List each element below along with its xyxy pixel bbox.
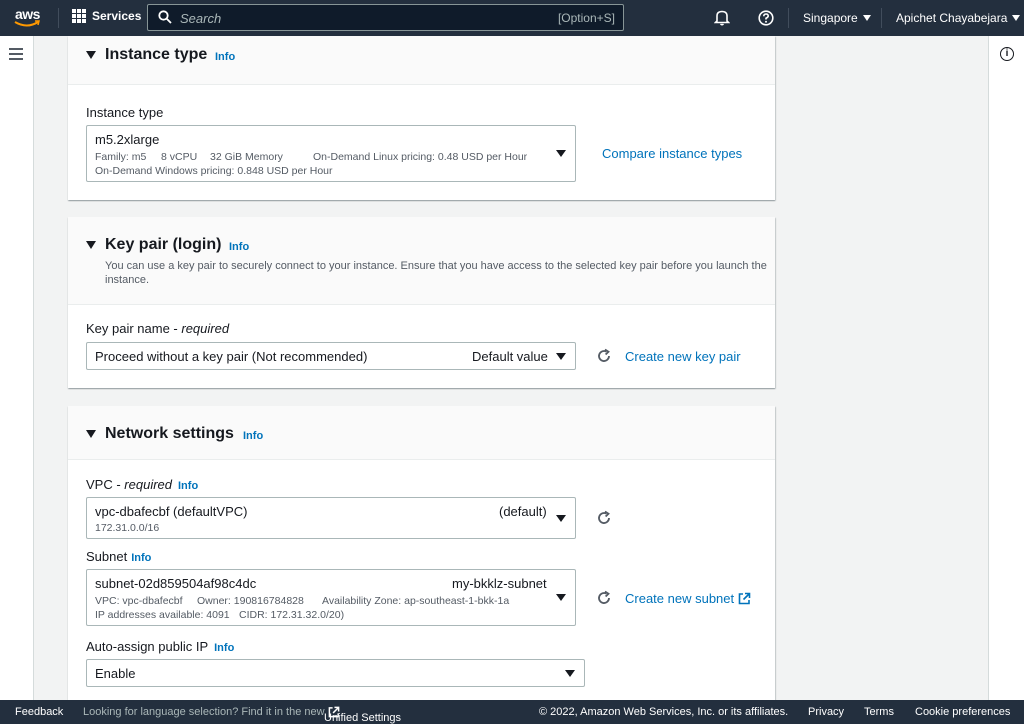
key-pair-description-line1: You can use a key pair to securely conne… <box>105 260 767 272</box>
terms-link[interactable]: Terms <box>864 706 894 718</box>
auto-assign-public-ip-select[interactable]: Enable <box>86 659 585 687</box>
vpc-select[interactable]: vpc-dbafecbf (defaultVPC) (default) 172.… <box>86 497 576 539</box>
external-link-icon <box>738 592 751 605</box>
info-link[interactable]: Info <box>215 51 235 63</box>
info-link[interactable]: Info <box>229 241 249 253</box>
nav-divider <box>881 8 882 28</box>
field-label: Key pair name - required <box>86 321 230 336</box>
subnet-name: my-bkklz-subnet <box>452 576 547 591</box>
instance-type-panel: Instance type Info Instance type m5.2xla… <box>68 36 775 200</box>
network-settings-header[interactable]: Network settings Info <box>68 406 775 460</box>
refresh-icon[interactable] <box>596 590 612 606</box>
nav-divider <box>788 8 789 28</box>
caret-down-icon <box>556 515 566 522</box>
privacy-link[interactable]: Privacy <box>808 706 844 718</box>
subnet-info-link[interactable]: Info <box>131 552 151 564</box>
auto-assign-public-ip-label: Auto-assign public IP Info <box>86 639 235 654</box>
instance-family: Family: m5 <box>95 151 147 163</box>
create-new-key-pair-link[interactable]: Create new key pair <box>625 349 741 364</box>
subnet-cidr: CIDR: 172.31.32.0/20) <box>239 609 345 621</box>
info-icon[interactable]: i <box>1000 47 1014 61</box>
subnet-ip-addresses: IP addresses available: 4091 <box>95 609 230 621</box>
caret-down-icon <box>565 670 575 677</box>
selected-subnet: subnet-02d859504af98c4dc <box>95 576 257 591</box>
subnet-vpc: VPC: vpc-dbafecbf <box>95 595 183 607</box>
key-pair-header[interactable]: Key pair (login) Info You can use a key … <box>68 217 775 305</box>
search-placeholder: Search <box>180 11 222 26</box>
top-navigation: aws Services Search [Option+S] Singapore… <box>0 0 1024 36</box>
network-settings-panel: Network settings Info VPC - required Info… <box>68 406 775 700</box>
caret-down-icon <box>1012 15 1021 21</box>
search-shortcut: [Option+S] <box>557 11 615 25</box>
language-notice: Looking for language selection? Find it … <box>83 706 325 718</box>
create-new-subnet-link[interactable]: Create new subnet <box>625 591 751 606</box>
field-label: Instance type <box>86 105 164 120</box>
key-pair-description-line2: instance. <box>105 274 150 286</box>
subnet-owner: Owner: 190816784828 <box>197 595 304 607</box>
panel-title: Network settings <box>105 425 234 442</box>
panel-title: Key pair (login) <box>105 236 222 253</box>
refresh-icon[interactable] <box>596 510 612 526</box>
search-icon <box>158 10 172 24</box>
region-selector[interactable]: Singapore <box>803 11 871 25</box>
help-icon[interactable] <box>758 10 774 26</box>
default-value-label: Default value <box>472 349 548 364</box>
info-link[interactable]: Info <box>243 430 263 442</box>
services-label: Services <box>92 9 142 23</box>
footer: Feedback Looking for language selection?… <box>0 700 1024 724</box>
subnet-select[interactable]: subnet-02d859504af98c4dc my-bkklz-subnet… <box>86 569 576 626</box>
aws-logo[interactable]: aws <box>12 5 44 31</box>
instance-type-header[interactable]: Instance type Info <box>68 36 775 85</box>
bell-icon[interactable] <box>714 9 730 26</box>
user-name: Apichet Chayabejara <box>896 11 1008 25</box>
windows-pricing: On-Demand Windows pricing: 0.848 USD per… <box>95 165 333 177</box>
instance-type-select[interactable]: m5.2xlarge Family: m5 8 vCPU 32 GiB Memo… <box>86 125 576 182</box>
caret-down-icon <box>556 594 566 601</box>
compare-instance-types-link[interactable]: Compare instance types <box>602 146 742 161</box>
caret-down-icon <box>862 15 871 21</box>
region-label: Singapore <box>803 11 858 25</box>
selected-vpc: vpc-dbafecbf (defaultVPC) <box>95 504 248 519</box>
subnet-availability-zone: Availability Zone: ap-southeast-1-bkk-1a <box>322 595 510 607</box>
right-tools-rail: i <box>988 36 1024 700</box>
cookie-preferences-link[interactable]: Cookie preferences <box>915 706 1010 718</box>
nav-divider <box>58 8 59 28</box>
vpc-cidr: 172.31.0.0/16 <box>95 522 160 534</box>
collapse-triangle-icon[interactable] <box>86 430 96 438</box>
smile-icon <box>14 20 40 27</box>
copyright-text: © 2022, Amazon Web Services, Inc. or its… <box>539 706 789 718</box>
instance-memory: 32 GiB Memory <box>210 151 283 163</box>
key-pair-panel: Key pair (login) Info You can use a key … <box>68 217 775 388</box>
unified-settings-link[interactable]: Unified Settings <box>324 706 401 724</box>
services-grid-icon <box>72 9 86 23</box>
subnet-label: Subnet Info <box>86 549 152 564</box>
key-pair-select[interactable]: Proceed without a key pair (Not recommen… <box>86 342 576 370</box>
caret-down-icon <box>556 353 566 360</box>
account-menu[interactable]: Apichet Chayabejara <box>896 11 1021 25</box>
selected-instance-type: m5.2xlarge <box>95 132 160 147</box>
services-menu-button[interactable]: Services <box>72 9 141 23</box>
collapse-triangle-icon[interactable] <box>86 241 96 249</box>
feedback-link[interactable]: Feedback <box>15 706 63 718</box>
linux-pricing: On-Demand Linux pricing: 0.48 USD per Ho… <box>313 151 528 163</box>
selected-key-pair: Proceed without a key pair (Not recommen… <box>95 349 368 364</box>
vpc-info-link[interactable]: Info <box>178 480 198 492</box>
caret-down-icon <box>556 150 566 157</box>
search-input[interactable]: Search [Option+S] <box>147 4 624 31</box>
selected-public-ip-option: Enable <box>95 666 136 681</box>
instance-vcpu: 8 vCPU <box>161 151 198 163</box>
collapse-triangle-icon[interactable] <box>86 51 96 59</box>
left-navigation-rail <box>0 36 34 700</box>
vpc-default-label: (default) <box>499 504 547 519</box>
vpc-label: VPC - required Info <box>86 477 199 492</box>
panel-title: Instance type <box>105 46 208 63</box>
refresh-icon[interactable] <box>596 348 612 364</box>
menu-icon[interactable] <box>9 48 23 63</box>
public-ip-info-link[interactable]: Info <box>214 642 234 654</box>
